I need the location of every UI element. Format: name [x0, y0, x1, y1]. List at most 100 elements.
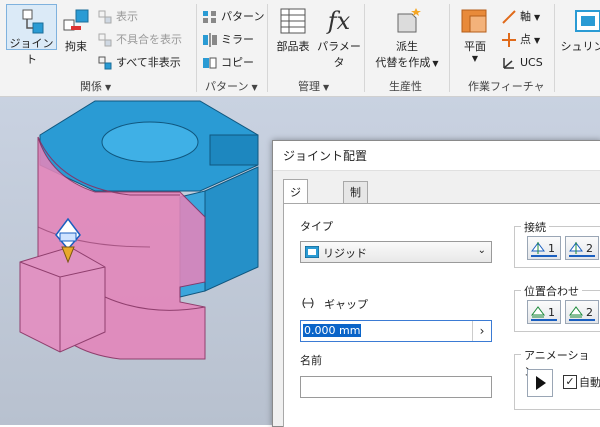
chevron-down-icon: ⌄ — [477, 245, 486, 256]
show-button[interactable]: 表示 — [98, 8, 138, 26]
show-sick-button[interactable]: 不具合を表示 — [98, 31, 182, 49]
axis-label: 軸 — [520, 10, 531, 23]
copy-icon — [203, 56, 217, 70]
plane-icon — [460, 6, 490, 36]
mirror-button[interactable]: ミラー — [203, 31, 254, 49]
bom-label: 部品表 — [276, 40, 310, 53]
parameters-label: パラメータ — [317, 40, 361, 69]
gap-input[interactable]: 0.000 mm › — [300, 320, 492, 342]
point-icon — [502, 33, 516, 47]
joint-label: ジョイント — [9, 37, 54, 66]
productivity-group-label: 生産性 — [389, 80, 422, 93]
relations-group: ジョイント 拘束 表示 不具合を表示 すべて非表示 関係 ▼ — [0, 0, 196, 96]
alignment-group: 位置合わせ 1 2 — [514, 283, 600, 332]
connect-origin-icon — [531, 242, 545, 254]
constraint-icon — [61, 6, 91, 36]
connect-group-title: 接続 — [521, 219, 549, 235]
dialog-title: ジョイント配置 — [273, 141, 600, 171]
connect-2-label: 2 — [586, 242, 593, 255]
mirror-icon — [203, 33, 217, 47]
fx-icon: fx — [327, 7, 351, 35]
gap-label: ギャップ — [324, 298, 368, 311]
chevron-down-icon: ▼ — [251, 83, 258, 92]
align-2-button[interactable]: 2 — [565, 300, 599, 324]
divider — [554, 4, 555, 92]
shrinkwrap-button[interactable]: シュリンク — [558, 4, 600, 54]
show-sick-icon — [98, 33, 112, 47]
hide-all-button[interactable]: すべて非表示 — [98, 54, 181, 72]
bom-button[interactable]: 部品表 — [272, 4, 314, 54]
point-button[interactable]: 点 ▼ — [502, 31, 540, 49]
connect-1-button[interactable]: 1 — [527, 236, 561, 260]
show-label: 表示 — [116, 10, 138, 23]
play-button[interactable] — [527, 369, 553, 397]
axis-button[interactable]: 軸 ▼ — [502, 8, 540, 26]
show-sick-label: 不具合を表示 — [116, 33, 182, 46]
joint-icon — [17, 7, 47, 37]
constraint-label: 拘束 — [65, 40, 87, 53]
constraint-button[interactable]: 拘束 — [58, 4, 94, 54]
pattern-group-label[interactable]: パターン ▼ — [205, 78, 258, 94]
auto-checkbox[interactable]: ✓ — [563, 375, 577, 389]
connect-group: 接続 1 2 — [514, 219, 600, 268]
gap-value: 0.000 mm — [303, 324, 362, 337]
auto-checkbox-label: 自動 — [579, 376, 600, 389]
chevron-down-icon: ▼ — [105, 83, 112, 92]
pattern-icon — [203, 10, 217, 24]
ucs-button[interactable]: UCS — [502, 54, 543, 72]
type-label: タイプ — [300, 220, 333, 233]
underline — [569, 319, 595, 321]
gap-icon — [300, 297, 316, 309]
align-1-button[interactable]: 1 — [527, 300, 561, 324]
plane-label: 平面 — [464, 40, 486, 53]
align-1-label: 1 — [548, 306, 555, 319]
manage-group-label[interactable]: 管理 ▼ — [298, 78, 329, 94]
show-constraint-icon — [98, 10, 112, 24]
copy-label: コピー — [221, 56, 254, 69]
work-features-group-label: 作業フィーチャ — [468, 80, 545, 93]
name-label: 名前 — [300, 354, 322, 367]
underline — [531, 255, 557, 257]
connect-2-button[interactable]: 2 — [565, 236, 599, 260]
tab-limits[interactable]: 制限 — [343, 181, 368, 220]
derive-label-line2: 代替を作成 ▼ — [375, 56, 439, 69]
underline — [531, 319, 557, 321]
connect-origin-icon — [569, 242, 583, 254]
chevron-right-icon[interactable]: › — [472, 321, 491, 341]
joint-tab-panel: タイプ リジッド ⌄ ギャップ 0.000 mm › 名前 接続 1 2 位置合… — [283, 203, 600, 427]
ucs-icon — [502, 56, 516, 70]
chevron-down-icon: ▼ — [534, 36, 541, 45]
shrinkwrap-icon — [573, 6, 600, 36]
ucs-label: UCS — [520, 56, 543, 69]
pattern-button[interactable]: パターン — [203, 8, 264, 26]
bom-icon — [278, 6, 308, 36]
name-input[interactable] — [300, 376, 492, 398]
tab-joint[interactable]: ジョイント — [283, 179, 308, 299]
animation-group: アニメーション ✓ 自動 — [514, 347, 600, 410]
ribbon: ジョイント 拘束 表示 不具合を表示 すべて非表示 関係 ▼ パターン ミラー … — [0, 0, 600, 97]
align-icon — [569, 306, 583, 318]
type-dropdown[interactable]: リジッド ⌄ — [300, 241, 492, 263]
pattern-group: パターン ミラー コピー パターン ▼ — [197, 0, 267, 96]
productivity-group: 派生 代替を作成 ▼ 生産性 — [365, 0, 449, 96]
joint-button[interactable]: ジョイント — [6, 4, 57, 66]
plane-button[interactable]: 平面 ▼ — [454, 4, 496, 63]
derive-label-line1: 派生 — [396, 40, 418, 53]
derive-icon — [392, 6, 422, 36]
underline — [569, 255, 595, 257]
parameters-button[interactable]: fx パラメータ — [316, 4, 362, 70]
shrinkwrap-label: シュリンク — [560, 40, 600, 53]
place-joint-dialog: ジョイント配置 ジョイント 制限 タイプ リジッド ⌄ ギャップ 0.000 m… — [272, 140, 600, 427]
connect-1-label: 1 — [548, 242, 555, 255]
type-value: リジッド — [323, 247, 367, 260]
chevron-down-icon: ▼ — [471, 54, 479, 63]
pattern-label: パターン — [221, 10, 265, 23]
axis-icon — [502, 10, 516, 24]
relations-group-label[interactable]: 関係 ▼ — [80, 78, 111, 94]
copy-button[interactable]: コピー — [203, 54, 254, 72]
rigid-joint-icon — [304, 245, 320, 259]
align-2-label: 2 — [586, 306, 593, 319]
derive-button[interactable]: 派生 代替を作成 ▼ — [369, 4, 445, 70]
alignment-group-title: 位置合わせ — [521, 283, 582, 299]
chevron-down-icon: ▼ — [432, 59, 439, 68]
